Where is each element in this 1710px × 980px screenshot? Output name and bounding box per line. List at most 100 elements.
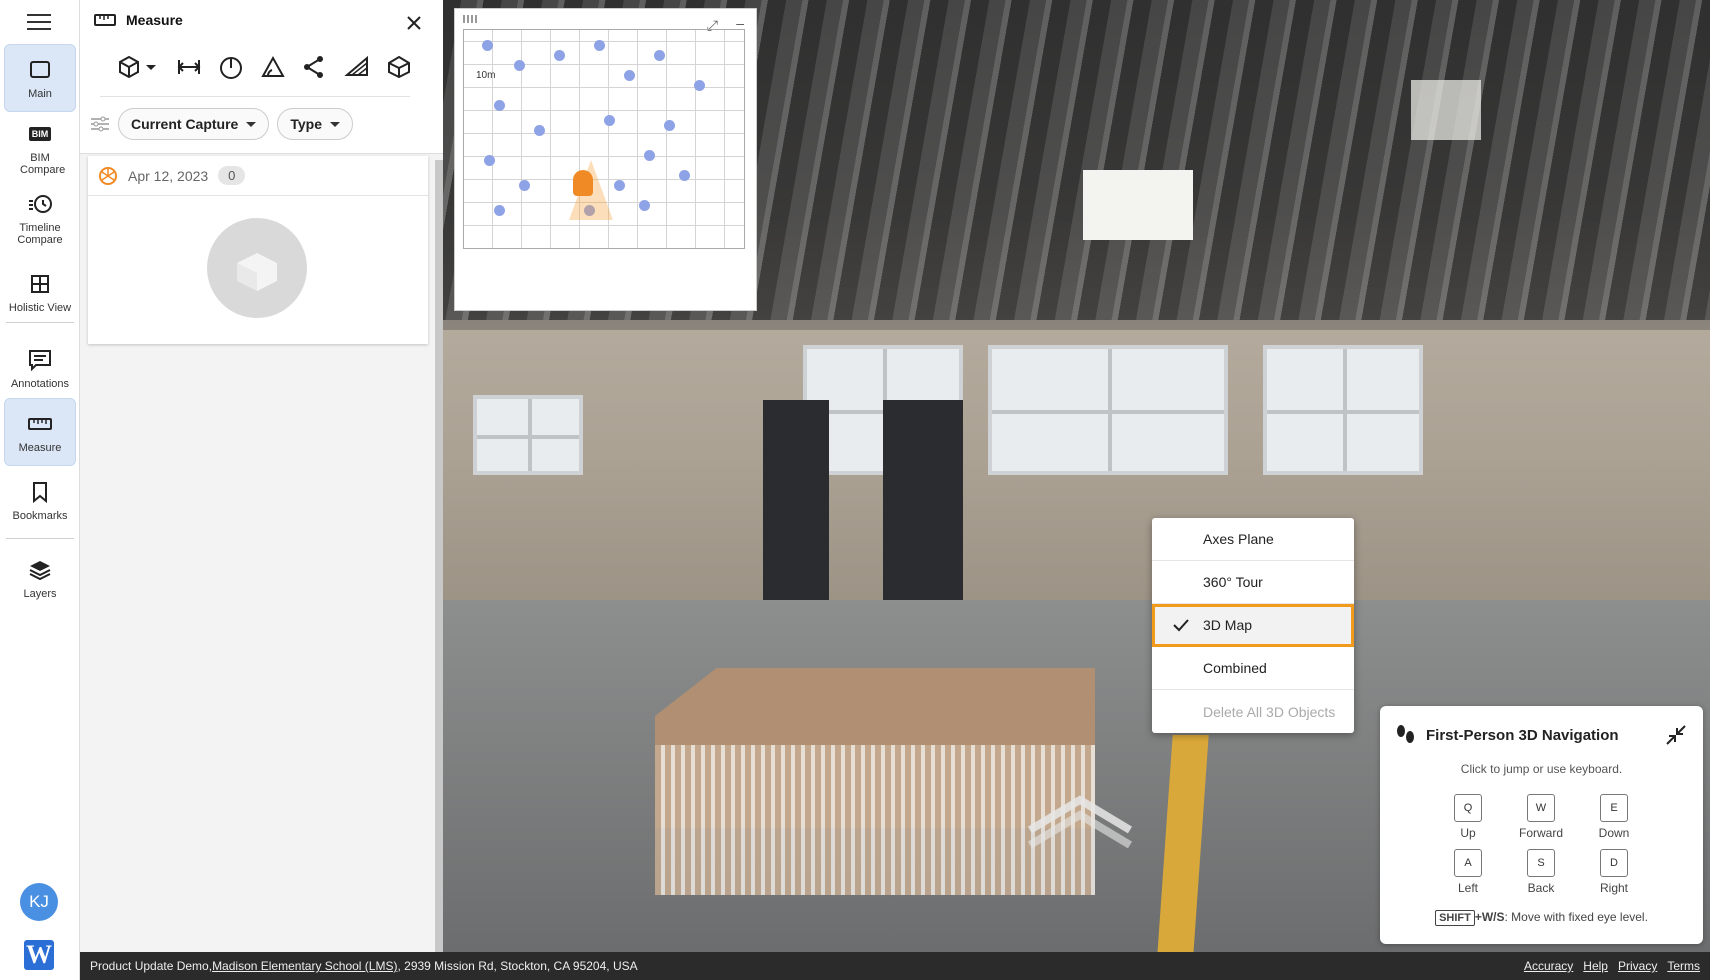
navhelp-subtitle: Click to jump or use keyboard. xyxy=(1460,762,1623,776)
distance-tool-button[interactable] xyxy=(174,52,204,82)
filter-settings-icon[interactable] xyxy=(90,115,110,133)
capture-point[interactable] xyxy=(554,50,565,61)
capture-point[interactable] xyxy=(614,180,625,191)
check-icon xyxy=(1173,619,1189,632)
capture-point[interactable] xyxy=(594,40,605,51)
menu-item-delete-all-3d-objects: Delete All 3D Objects xyxy=(1152,690,1354,733)
window-scene xyxy=(473,395,583,475)
rail-item-layers[interactable]: Layers xyxy=(4,544,76,612)
close-icon[interactable] xyxy=(403,12,425,34)
menu-item-axes-plane[interactable]: Axes Plane xyxy=(1152,518,1354,561)
footer-address: , 2939 Mission Rd, Stockton, CA 95204, U… xyxy=(397,959,638,973)
minimap-scale: 10m xyxy=(476,70,496,81)
menu-item-label: 3D Map xyxy=(1203,617,1253,633)
angle-icon xyxy=(261,55,285,77)
capture-filter-dropdown[interactable]: Current Capture xyxy=(118,108,270,140)
footer-prefix: Product Update Demo, xyxy=(90,959,213,973)
rail-label: Layers xyxy=(23,588,57,600)
menu-item-label: Delete All 3D Objects xyxy=(1203,703,1336,720)
key-s-button[interactable]: S xyxy=(1527,849,1555,877)
window-scene xyxy=(988,345,1228,475)
menu-item-3d-map[interactable]: 3D Map xyxy=(1152,604,1354,647)
rail-item-bim-compare[interactable]: BIM BIM Compare xyxy=(4,114,76,182)
rail-item-main[interactable]: Main xyxy=(4,44,76,112)
capture-point[interactable] xyxy=(534,125,545,136)
capture-point[interactable] xyxy=(624,70,635,81)
key-w-button[interactable]: W xyxy=(1527,794,1555,822)
capture-point[interactable] xyxy=(694,80,705,91)
navigation-help-card: First-Person 3D Navigation Click to jump… xyxy=(1380,706,1703,944)
timer-icon xyxy=(220,57,242,79)
capture-point[interactable] xyxy=(494,100,505,111)
rail-item-measure[interactable]: Measure xyxy=(4,398,76,466)
capture-filter-label: Current Capture xyxy=(131,116,239,132)
menu-item-label: Axes Plane xyxy=(1203,531,1274,547)
panel-scrollbar[interactable] xyxy=(435,160,443,952)
capture-aperture-icon xyxy=(99,166,117,185)
dark-door-scene xyxy=(883,400,963,610)
menu-icon[interactable] xyxy=(27,14,51,32)
position-marker-icon[interactable] xyxy=(573,170,593,196)
key-e-button[interactable]: E xyxy=(1600,794,1628,822)
help-link[interactable]: Help xyxy=(1583,959,1608,973)
key-d-label: Right xyxy=(1599,881,1628,895)
rail-item-holistic-view[interactable]: Holistic View xyxy=(4,258,76,326)
accuracy-link[interactable]: Accuracy xyxy=(1524,959,1573,973)
menu-item-360-tour[interactable]: 360° Tour xyxy=(1152,561,1354,604)
collapse-icon[interactable] xyxy=(1665,724,1687,751)
polyline-tool-button[interactable] xyxy=(300,52,330,82)
capture-point[interactable] xyxy=(482,40,493,51)
rail-item-timeline-compare[interactable]: Timeline Compare xyxy=(4,184,76,252)
capture-point[interactable] xyxy=(494,205,505,216)
rail-item-bookmarks[interactable]: Bookmarks xyxy=(4,466,76,534)
key-a-button[interactable]: A xyxy=(1454,849,1482,877)
project-link[interactable]: Madison Elementary School (LMS) xyxy=(212,959,397,973)
capture-point[interactable] xyxy=(639,200,650,211)
layers-icon xyxy=(26,556,54,584)
capture-point[interactable] xyxy=(664,120,675,131)
measure-panel: Measure Current Capture Type Apr 12, 202… xyxy=(80,0,443,952)
avatar[interactable]: KJ xyxy=(20,883,58,921)
type-filter-dropdown[interactable]: Type xyxy=(277,108,353,140)
key-s-label: Back xyxy=(1527,881,1555,895)
shift-key: SHIFT xyxy=(1435,910,1475,926)
capture-point[interactable] xyxy=(644,150,655,161)
capture-card-header[interactable]: Apr 12, 2023 0 xyxy=(88,156,428,196)
floor-plan[interactable]: 10m xyxy=(463,29,745,249)
angle-tool-button[interactable] xyxy=(258,52,288,82)
capture-point[interactable] xyxy=(654,50,665,61)
area-tool-button[interactable] xyxy=(342,52,372,82)
panel-title-text: Measure xyxy=(126,12,183,28)
chevron-down-icon xyxy=(246,121,257,127)
volume-icon xyxy=(388,55,410,79)
rail-divider xyxy=(6,322,74,323)
capture-point[interactable] xyxy=(604,115,615,126)
bim-icon: BIM xyxy=(26,120,54,148)
capture-point[interactable] xyxy=(679,170,690,181)
key-d-button[interactable]: D xyxy=(1600,849,1628,877)
key-w-label: Forward xyxy=(1518,826,1563,840)
privacy-link[interactable]: Privacy xyxy=(1618,959,1657,973)
rail-item-annotations[interactable]: Annotations xyxy=(4,334,76,402)
bookmark-icon xyxy=(26,478,54,506)
drag-handle-icon[interactable] xyxy=(463,15,477,23)
distance-icon xyxy=(177,60,201,74)
key-e-label: Down xyxy=(1598,826,1630,840)
height-tool-button[interactable] xyxy=(216,52,246,82)
cube-dropdown-button[interactable] xyxy=(116,52,162,82)
menu-item-combined[interactable]: Combined xyxy=(1152,647,1354,690)
ruler-icon xyxy=(26,410,54,438)
rail-label: BIM Compare xyxy=(20,152,66,176)
volume-tool-button[interactable] xyxy=(384,52,414,82)
minimap[interactable]: ⤢ – 10m xyxy=(454,8,757,311)
capture-card: Apr 12, 2023 0 xyxy=(88,156,428,344)
forward-chevron-icon[interactable] xyxy=(1025,790,1135,850)
key-q-button[interactable]: Q xyxy=(1454,794,1482,822)
terms-link[interactable]: Terms xyxy=(1667,959,1700,973)
capture-point[interactable] xyxy=(514,60,525,71)
capture-point[interactable] xyxy=(484,155,495,166)
nav-rail: Main BIM BIM Compare Timeline Compare Ho… xyxy=(0,0,80,980)
navhelp-title-text: First-Person 3D Navigation xyxy=(1426,726,1619,744)
rail-label: Annotations xyxy=(10,378,70,390)
capture-point[interactable] xyxy=(519,180,530,191)
